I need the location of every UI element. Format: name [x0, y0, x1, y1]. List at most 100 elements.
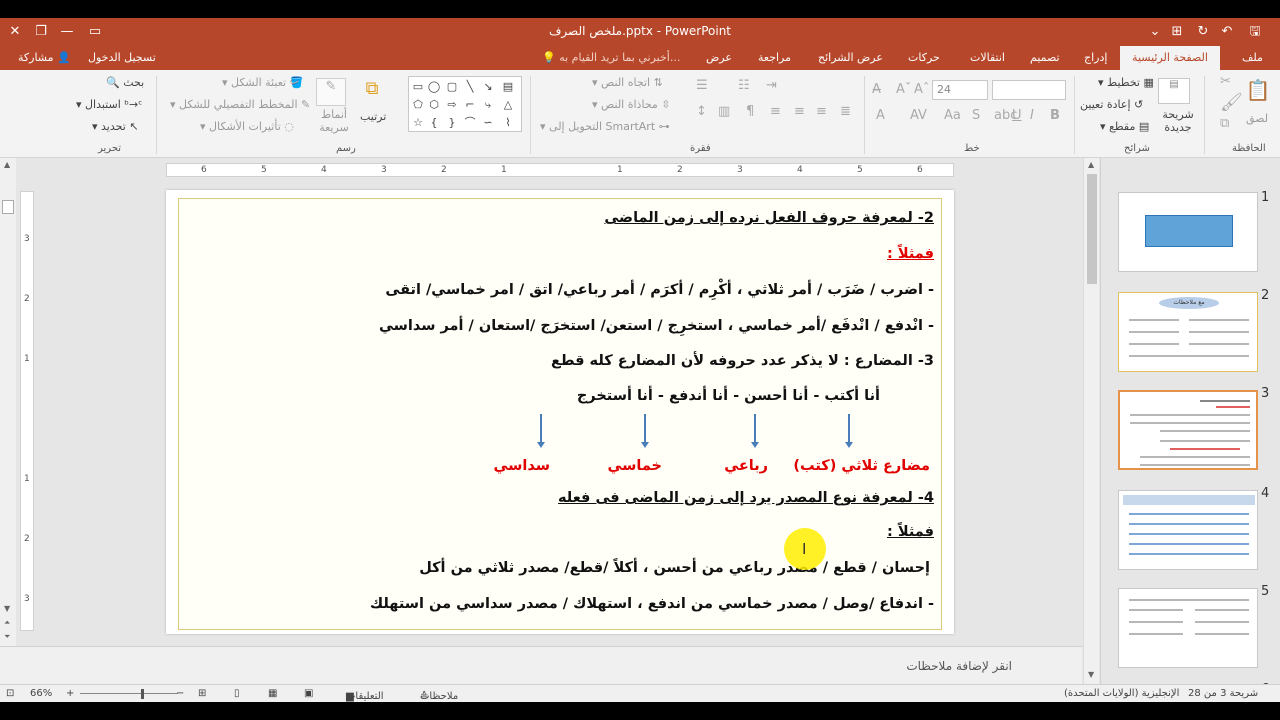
example-label-2[interactable]: فمثلاً : [887, 524, 934, 540]
scroll-up-icon[interactable]: ▲ [4, 160, 10, 169]
brace-left-shape-icon[interactable]: { [427, 117, 441, 129]
arc-shape-icon[interactable]: ⌒ [463, 117, 477, 129]
heading-3[interactable]: 3- المضارع : لا يذكر عدد حروفه لأن المضا… [551, 353, 934, 369]
tab-design[interactable]: تصميم [1024, 46, 1066, 70]
rounded-rect-shape-icon[interactable]: ▢ [445, 81, 459, 93]
language-status[interactable]: الإنجليزية (الولايات المتحدة) [1064, 688, 1179, 699]
copy-icon[interactable]: ⧉ [1220, 116, 1229, 131]
label-khumasi[interactable]: خماسي [607, 458, 662, 474]
example-line-1[interactable]: - اضرب / ضَرَب / أمر ثلاثي ، أكْرِم / أك… [385, 282, 934, 298]
section-button[interactable]: ▾ مقطع ▤ [1100, 120, 1149, 133]
brace-right-shape-icon[interactable]: } [445, 117, 459, 129]
scroll-down-icon[interactable]: ▼ [4, 604, 10, 613]
zoom-slider-thumb[interactable] [141, 689, 144, 699]
tab-animations[interactable]: حركات [902, 46, 946, 70]
fit-slide-icon[interactable]: ⊡ [6, 688, 14, 699]
undo-icon[interactable]: ↶ [1216, 22, 1238, 42]
zoom-out-button[interactable]: − [176, 688, 184, 699]
slide-canvas[interactable]: 2- لمعرفة حروف الفعل نرده إلى زمن الماضى… [166, 190, 954, 634]
slide-thumbnail-5[interactable] [1118, 588, 1258, 668]
text-direction-button[interactable]: ▾ اتجاه النص ⇅ [592, 76, 663, 89]
label-sudasi[interactable]: سداسي [493, 458, 550, 474]
scroll-thumb[interactable] [2, 200, 14, 214]
tell-me-search[interactable]: 💡 أخبرني بما تريد القيام به... [536, 46, 686, 70]
elbow-arrow-icon[interactable]: ⤷ [481, 99, 495, 111]
prev-slide-icon[interactable]: ⏶ [4, 618, 10, 628]
change-case-icon[interactable]: Aa [944, 108, 961, 123]
tab-slideshow[interactable]: عرض الشرائح [812, 46, 889, 70]
pentagon-shape-icon[interactable]: ⬠ [411, 99, 425, 111]
bullets-icon[interactable]: ☰ [696, 78, 708, 93]
curve-shape-icon[interactable]: ∽ [481, 117, 495, 129]
select-button[interactable]: ▾ تحديد ↖ [92, 120, 139, 133]
label-rubai[interactable]: رباعي [724, 458, 768, 474]
zoom-in-button[interactable]: + [66, 688, 74, 699]
scroll-up-icon[interactable]: ▲ [1088, 160, 1094, 169]
find-button[interactable]: 🔍 بحث [106, 76, 144, 89]
oval-shape-icon[interactable]: ◯ [427, 81, 441, 93]
cut-icon[interactable]: ✂ [1220, 74, 1231, 89]
underline-icon[interactable]: U [1012, 108, 1022, 123]
heading-2[interactable]: 2- لمعرفة حروف الفعل نرده إلى زمن الماضى [604, 210, 934, 226]
slide-scrollbar[interactable]: ▲ ▼ [1083, 158, 1099, 684]
font-size-box[interactable]: 24 [932, 80, 988, 100]
example-line-3[interactable]: إحسان / قطع / مصدر رباعي من أحسن ، أكلاً… [419, 560, 930, 576]
present-icon[interactable]: ⊞ [1166, 22, 1188, 42]
shadow-icon[interactable]: S [972, 108, 980, 123]
layout-button[interactable]: ▾ تخطيط ▦ [1098, 76, 1154, 89]
align-center-icon[interactable]: ≡ [794, 104, 805, 119]
star-shape-icon[interactable]: ☆ [411, 117, 425, 129]
slide-thumbnail-3[interactable] [1118, 390, 1258, 470]
textbox-shape-icon[interactable]: ▤ [501, 81, 515, 93]
example-label-1[interactable]: فمثلاً : [887, 246, 934, 262]
char-spacing-icon[interactable]: AV [910, 108, 927, 123]
reading-view-icon[interactable]: ▯ [234, 688, 240, 699]
example-line-4[interactable]: - اندفاع /وصل / مصدر خماسي من اندفع ، اس… [370, 596, 934, 612]
shape-effects-button[interactable]: ▾ تأثيرات الأشكال ◌ [200, 120, 294, 133]
justify-icon[interactable]: ≣ [840, 104, 851, 119]
tab-home[interactable]: الصفحة الرئيسية [1120, 46, 1220, 70]
new-slide-button[interactable]: شريحة جديدة [1158, 108, 1198, 134]
zoom-level[interactable]: 66% [30, 688, 52, 699]
shrink-font-icon[interactable]: Aˇ [896, 82, 911, 97]
tab-insert[interactable]: إدراج [1078, 46, 1113, 70]
replace-button[interactable]: ▾ استبدال ᵇ→ᶜ [76, 98, 142, 111]
sorter-view-icon[interactable]: ▦ [268, 688, 277, 699]
heading-4[interactable]: 4- لمعرفة نوع المصدر يرد إلى زمن الماضى … [558, 490, 934, 506]
tab-view[interactable]: عرض [700, 46, 738, 70]
elbow-connector-icon[interactable]: ⌐ [463, 99, 477, 111]
quick-styles-button[interactable]: أنماط سريعة [318, 108, 350, 134]
columns-icon[interactable]: ▥ [718, 104, 730, 119]
share-button[interactable]: مشاركة 👤 [18, 46, 71, 70]
redo-icon[interactable]: ↻ [1192, 22, 1214, 42]
slide-thumbnail-1[interactable] [1118, 192, 1258, 272]
freeform-shape-icon[interactable]: ⌇ [501, 117, 515, 129]
slideshow-view-icon[interactable]: ⊞ [198, 688, 206, 699]
slide-thumbnail-4[interactable] [1118, 490, 1258, 570]
notes-pane[interactable]: انقر لإضافة ملاحظات [0, 646, 1082, 684]
label-thulathi[interactable]: مضارع ثلاثي (كتب) [793, 458, 930, 474]
paste-button[interactable]: لصق [1246, 112, 1268, 125]
present-examples[interactable]: أنا أكتب - أنا أحسن - أنا أندفع - أنا أس… [577, 388, 880, 404]
more-icon[interactable]: ⌄ [1144, 22, 1166, 42]
bold-icon[interactable]: B [1050, 108, 1060, 123]
notes-placeholder[interactable]: انقر لإضافة ملاحظات [906, 659, 1012, 673]
right-arrow-shape-icon[interactable]: ⇨ [445, 99, 459, 111]
tab-transitions[interactable]: انتقالات [964, 46, 1011, 70]
next-slide-icon[interactable]: ⏷ [4, 632, 10, 642]
rectangle-shape-icon[interactable]: ▭ [411, 81, 425, 93]
restore-icon[interactable]: ❐ [30, 22, 52, 42]
scroll-down-icon[interactable]: ▼ [1088, 670, 1094, 679]
reset-button[interactable]: إعادة تعيين ↺ [1080, 98, 1143, 111]
arrow-line-shape-icon[interactable]: ↘ [481, 81, 495, 93]
signin-link[interactable]: تسجيل الدخول [88, 46, 156, 70]
line-spacing-icon[interactable]: ↕ [696, 104, 707, 119]
minimize-icon[interactable]: — [56, 22, 78, 42]
shape-outline-button[interactable]: ▾ المخطط التفصيلي للشكل ✎ [170, 98, 310, 111]
grow-font-icon[interactable]: Aˆ [914, 82, 929, 97]
scroll-thumb[interactable] [1087, 174, 1097, 284]
zoom-slider[interactable] [80, 693, 178, 694]
italic-icon[interactable]: I [1030, 108, 1034, 123]
align-left-icon[interactable]: ≡ [770, 104, 781, 119]
triangle-shape-icon[interactable]: △ [501, 99, 515, 111]
